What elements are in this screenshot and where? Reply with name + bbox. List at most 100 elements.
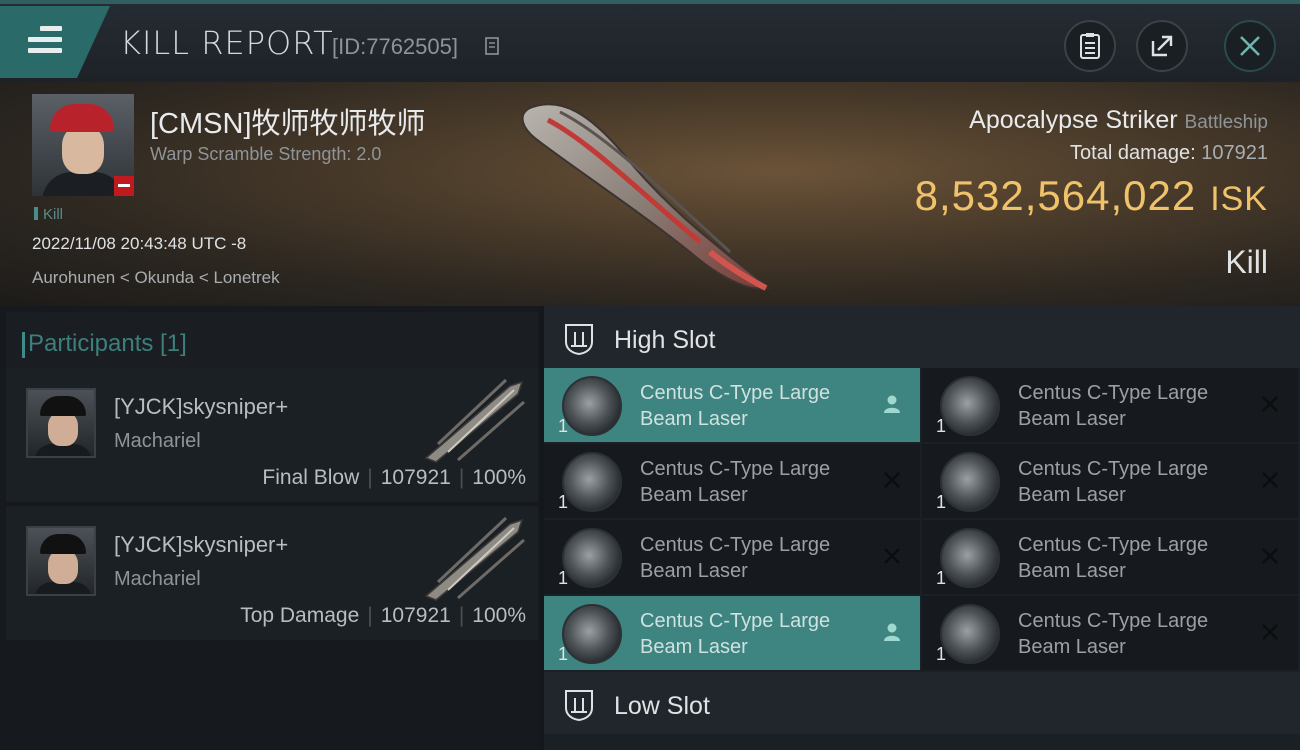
isk-unit: ISK [1210,180,1268,218]
high-slot-header: High Slot [544,306,1300,368]
module-name-line: Beam Laser [640,408,748,430]
high-slot-icon [565,324,593,356]
victim-name[interactable]: [CMSN]牧师牧师牧师 [150,100,426,142]
high-slot-title: High Slot [614,326,716,354]
low-slot-icon [565,690,593,722]
module-name: Centus C-Type Large Beam Laser [640,532,860,584]
module-quantity: 1 [936,568,947,588]
clipboard-icon [1080,33,1100,59]
low-slot-title: Low Slot [614,692,710,720]
module-name: Centus C-Type Large Beam Laser [1018,608,1238,660]
module-item[interactable]: 1 Centus C-Type Large Beam Laser [544,444,920,518]
x-icon [880,544,904,568]
participant-name: [YJCK]skysniper+ [114,532,289,557]
clipboard-button[interactable] [1064,20,1116,72]
kill-tag: Kill [34,206,63,223]
participant-role: Final Blow [262,466,360,489]
total-damage-label: Total damage: [1070,142,1196,164]
beam-laser-icon [940,528,1000,588]
participant-role: Top Damage [240,604,360,627]
hamburger-icon [28,26,62,59]
module-name-line: Beam Laser [640,484,748,506]
close-button[interactable] [1224,20,1276,72]
share-icon [1151,35,1173,57]
module-name-line: Beam Laser [1018,484,1126,506]
x-icon [1258,544,1282,568]
isk-amount: 8,532,564,022 [914,172,1197,219]
fitting-panel: High Slot 1 Centus C-Type Large Beam Laser… [544,306,1300,750]
module-name: Centus C-Type Large Beam Laser [640,456,860,508]
module-name: Centus C-Type Large Beam Laser [640,380,860,432]
module-name: Centus C-Type Large Beam Laser [1018,380,1238,432]
participant-percent: 100% [472,604,526,627]
module-name-line: Centus C-Type Large [640,534,831,556]
module-name-line: Beam Laser [640,560,748,582]
module-item[interactable]: 1 Centus C-Type Large Beam Laser [544,368,920,442]
participants-panel: Participants [1] [YJCK]skysniper+ Machar… [0,306,540,750]
participant-avatar[interactable] [26,388,96,458]
beam-laser-icon [562,604,622,664]
x-icon [880,468,904,492]
ship-name-text: Apocalypse Striker [969,106,1178,134]
module-name-line: Centus C-Type Large [640,382,831,404]
participant-damage: 107921 [380,604,451,627]
x-icon [1258,468,1282,492]
participant-damage: 107921 [380,466,451,489]
person-icon [880,392,904,416]
title-accent-line [0,0,1300,4]
participant-stats: Final Blow | 107921 | 100% [262,466,526,489]
module-name-line: Beam Laser [640,636,748,658]
victim-banner: [CMSN]牧师牧师牧师 Warp Scramble Strength: 2.0… [0,82,1300,306]
module-item[interactable]: 1 Centus C-Type Large Beam Laser [922,444,1298,518]
beam-laser-icon [562,452,622,512]
module-quantity: 1 [558,568,569,588]
participant-ship: Machariel [114,568,201,590]
close-icon [1240,36,1260,56]
beam-laser-icon [940,604,1000,664]
kill-datetime: 2022/11/08 20:43:48 UTC -8 [32,234,247,253]
title-bar: KILL REPORT [ID:7762505] [0,0,1300,82]
total-damage: Total damage: 107921 [1070,142,1268,165]
ship-class: Battleship [1184,112,1268,133]
x-icon [1258,392,1282,416]
person-icon [880,620,904,644]
module-item[interactable]: 1 Centus C-Type Large Beam Laser [544,520,920,594]
module-name-line: Beam Laser [1018,408,1126,430]
module-name-line: Beam Laser [1018,636,1126,658]
module-quantity: 1 [936,416,947,436]
minus-icon [114,176,134,196]
participant-ship-image [424,378,525,463]
module-quantity: 1 [558,492,569,512]
victim-ship-name[interactable]: Apocalypse Striker Battleship [969,106,1268,135]
participant-stats: Top Damage | 107921 | 100% [240,604,526,627]
participant-row[interactable]: [YJCK]skysniper+ Machariel Top Damage | 10… [6,506,538,640]
module-name-line: Centus C-Type Large [1018,458,1209,480]
participant-row[interactable]: [YJCK]skysniper+ Machariel Final Blow | 10… [6,368,538,502]
module-quantity: 1 [936,492,947,512]
participant-avatar[interactable] [26,526,96,596]
module-item[interactable]: 1 Centus C-Type Large Beam Laser [922,520,1298,594]
beam-laser-icon [562,376,622,436]
kill-id: [ID:7762505] [332,34,458,59]
module-name-line: Centus C-Type Large [1018,610,1209,632]
share-button[interactable] [1136,20,1188,72]
module-item[interactable]: 1 Centus C-Type Large Beam Laser [922,596,1298,670]
module-quantity: 1 [936,644,947,664]
module-name-line: Centus C-Type Large [1018,382,1209,404]
kill-location[interactable]: Aurohunen < Okunda < Lonetrek [32,268,280,288]
module-quantity: 1 [558,416,569,436]
module-name-line: Centus C-Type Large [640,610,831,632]
victim-ship-image [521,103,771,291]
module-name-line: Centus C-Type Large [1018,534,1209,556]
module-item[interactable]: 1 Centus C-Type Large Beam Laser [544,596,920,670]
module-name: Centus C-Type Large Beam Laser [1018,532,1238,584]
participants-title: Participants [1] [22,330,187,358]
menu-button[interactable] [0,6,110,78]
victim-portrait[interactable] [32,94,134,196]
participant-percent: 100% [472,466,526,489]
page-title: KILL REPORT [120,24,334,62]
total-damage-value: 107921 [1201,142,1268,164]
participant-name: [YJCK]skysniper+ [114,394,289,419]
copy-icon[interactable] [484,36,502,58]
module-item[interactable]: 1 Centus C-Type Large Beam Laser [922,368,1298,442]
